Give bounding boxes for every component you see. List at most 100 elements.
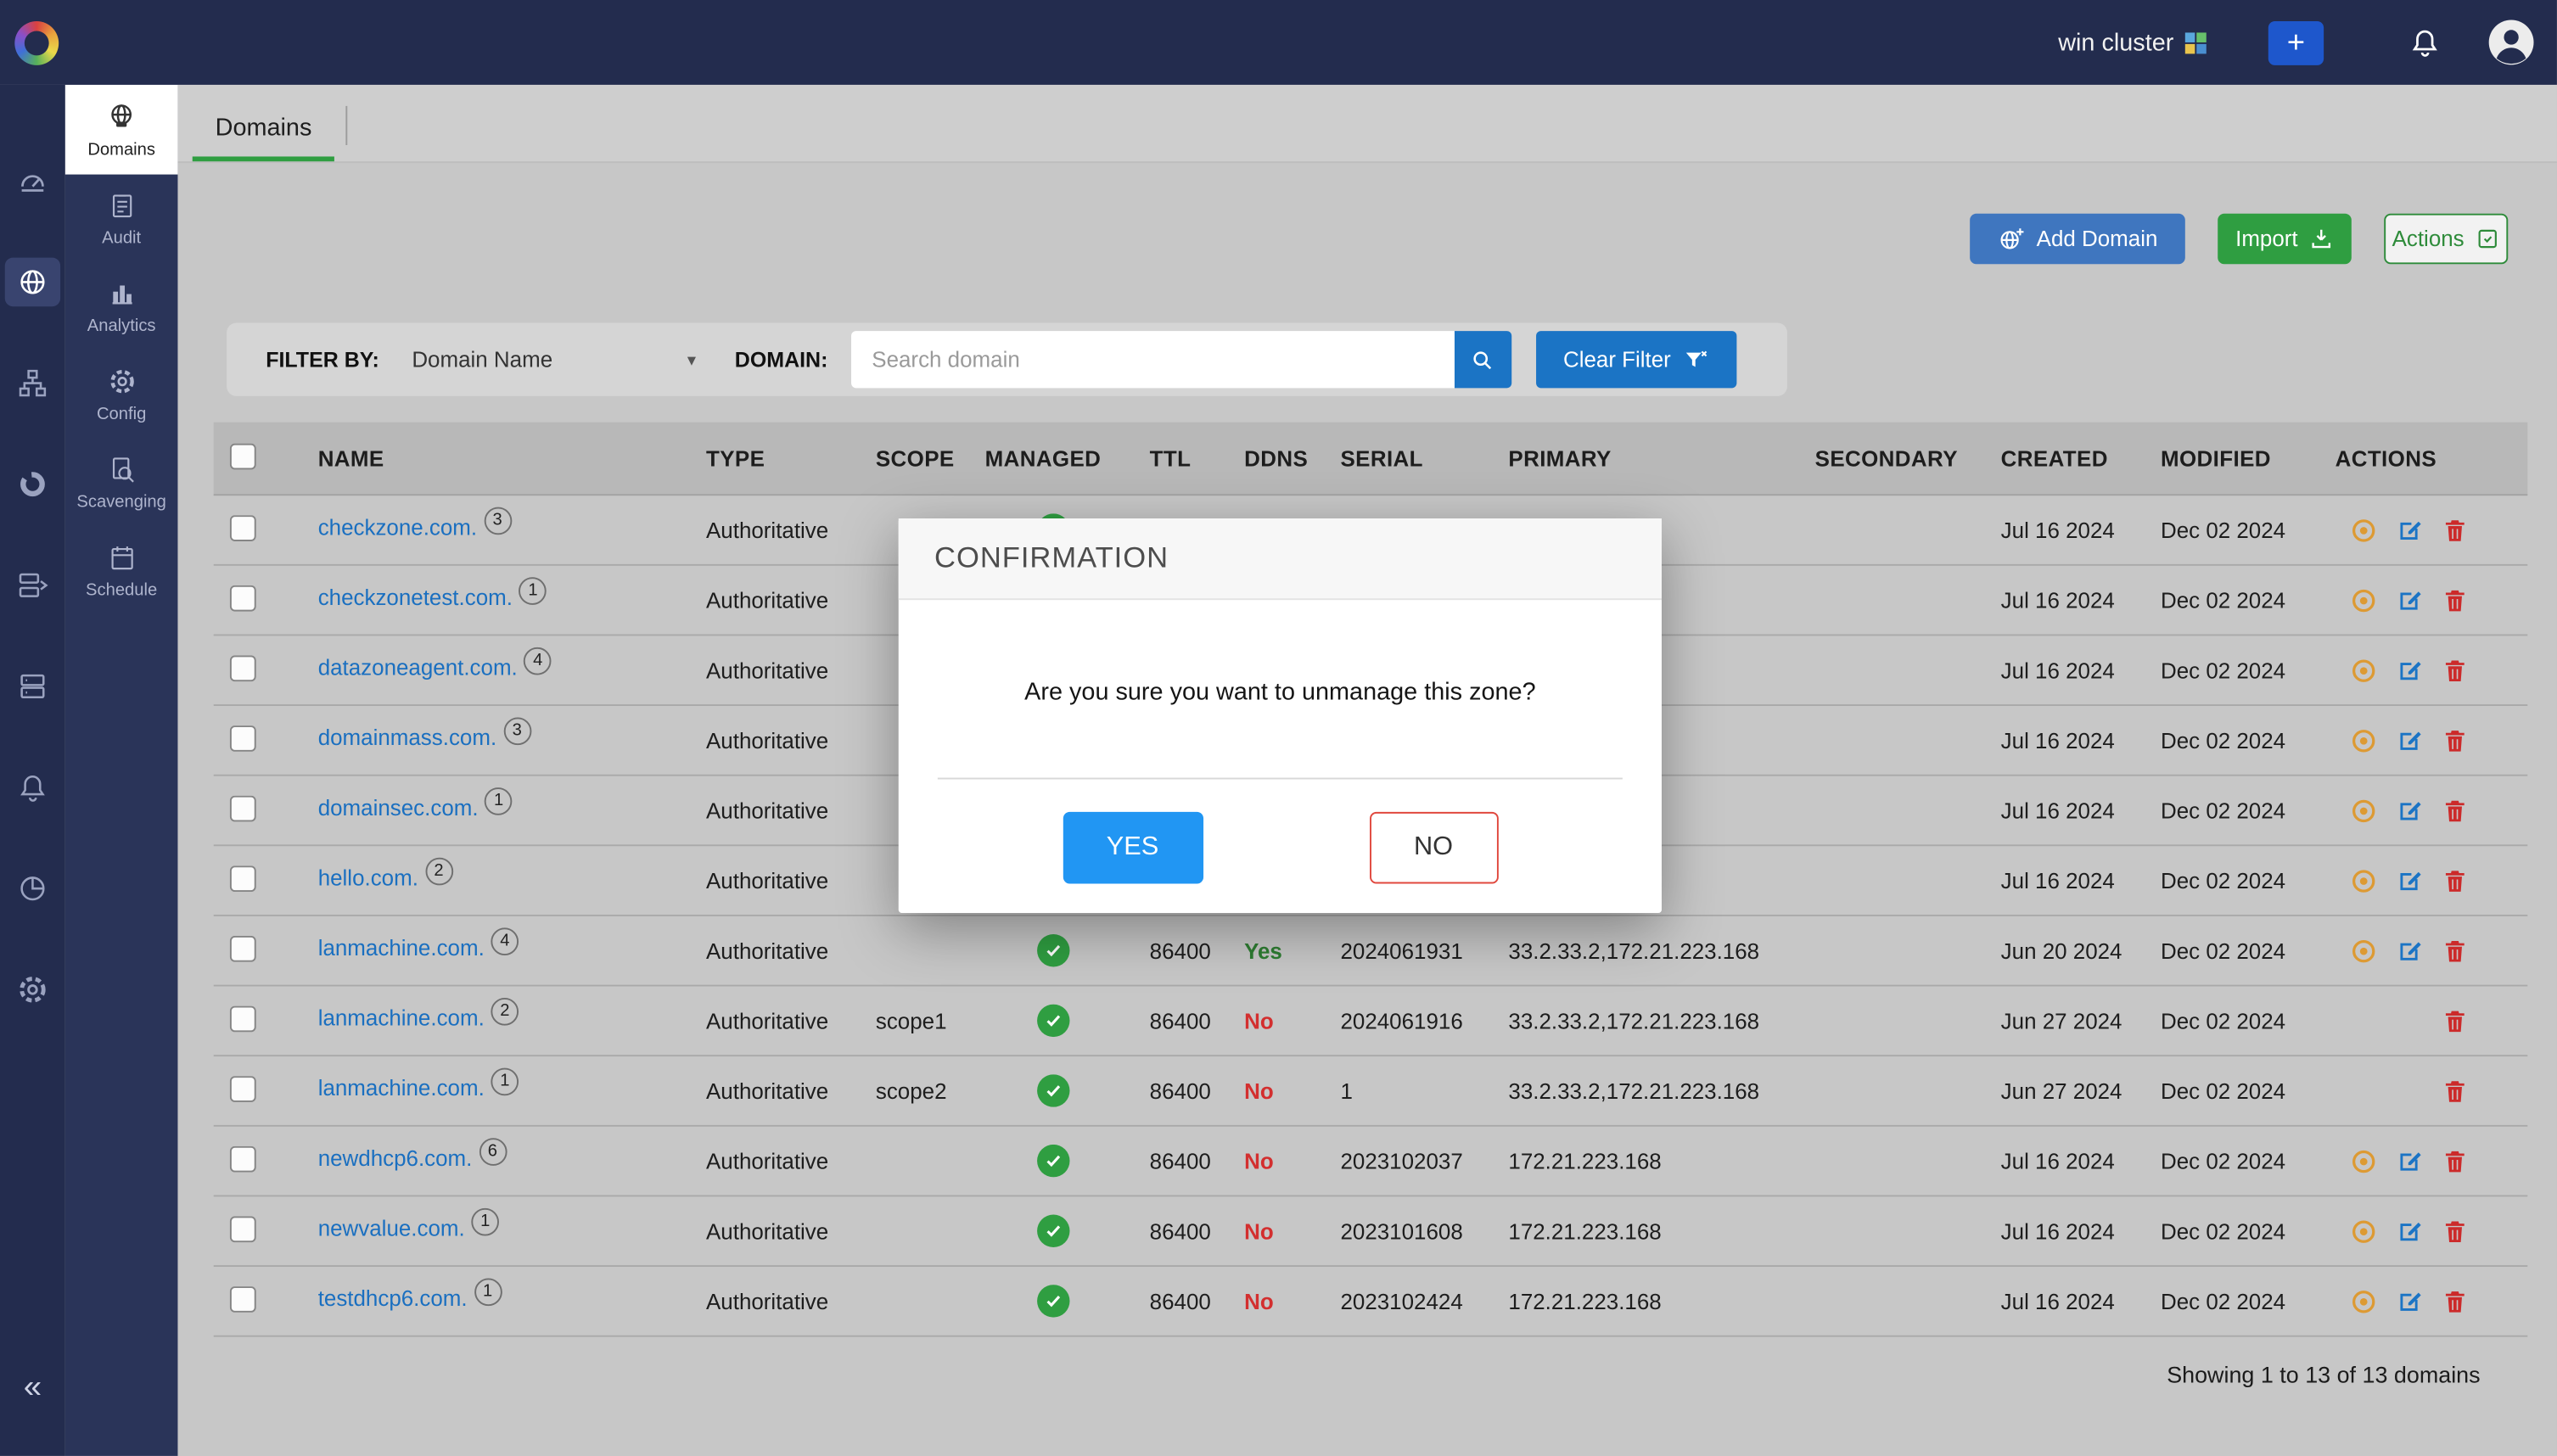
delete-icon-button[interactable] bbox=[2440, 1145, 2471, 1177]
dns-icon[interactable] bbox=[5, 258, 60, 307]
admin-gear-icon[interactable] bbox=[5, 966, 60, 1015]
sidebar-item-analytics[interactable]: Analytics bbox=[65, 262, 178, 350]
row-checkbox[interactable] bbox=[230, 865, 256, 891]
actions-menu-button[interactable]: Actions bbox=[2384, 214, 2508, 265]
domain-link[interactable]: domainsec.com. bbox=[318, 796, 479, 820]
no-button[interactable]: NO bbox=[1369, 812, 1498, 884]
unmanage-icon-button[interactable] bbox=[2348, 514, 2380, 546]
delete-icon-button[interactable] bbox=[2440, 1215, 2471, 1246]
delete-icon-button[interactable] bbox=[2440, 514, 2471, 546]
app-logo-icon[interactable] bbox=[14, 20, 59, 64]
row-checkbox[interactable] bbox=[230, 654, 256, 680]
unmanage-icon-button[interactable] bbox=[2348, 865, 2380, 896]
edit-icon-button[interactable] bbox=[2394, 725, 2425, 756]
col-scope[interactable]: SCOPE bbox=[876, 446, 985, 471]
delete-icon-button[interactable] bbox=[2440, 1285, 2471, 1317]
domain-link[interactable]: checkzonetest.com. bbox=[318, 585, 513, 610]
filter-by-select[interactable]: Domain Name ▼ bbox=[412, 347, 698, 372]
add-new-button[interactable]: + bbox=[2268, 20, 2324, 64]
col-created[interactable]: CREATED bbox=[2001, 446, 2161, 471]
unmanage-icon-button[interactable] bbox=[2348, 654, 2380, 686]
unmanage-icon-button[interactable] bbox=[2348, 1145, 2380, 1177]
import-button[interactable]: Import bbox=[2218, 214, 2352, 265]
domain-link[interactable]: lanmachine.com. bbox=[318, 936, 485, 960]
type-cell: Authoritative bbox=[706, 588, 876, 613]
col-secondary[interactable]: SECONDARY bbox=[1815, 446, 2001, 471]
edit-icon-button[interactable] bbox=[2394, 514, 2425, 546]
topbar: win cluster + bbox=[0, 0, 2557, 85]
col-managed[interactable]: MANAGED bbox=[985, 446, 1150, 471]
row-checkbox[interactable] bbox=[230, 514, 256, 540]
col-name[interactable]: NAME bbox=[318, 446, 706, 471]
col-type[interactable]: TYPE bbox=[706, 446, 876, 471]
delete-icon-button[interactable] bbox=[2440, 795, 2471, 826]
domain-link[interactable]: lanmachine.com. bbox=[318, 1076, 485, 1100]
domain-link[interactable]: newvalue.com. bbox=[318, 1216, 465, 1240]
domain-link[interactable]: newdhcp6.com. bbox=[318, 1146, 473, 1171]
search-domain-input[interactable] bbox=[850, 331, 1454, 388]
row-checkbox[interactable] bbox=[230, 1075, 256, 1101]
tab-domains[interactable]: Domains bbox=[204, 115, 323, 162]
sidebar-item-config[interactable]: Config bbox=[65, 350, 178, 439]
ipam-network-icon[interactable] bbox=[5, 359, 60, 408]
domain-link[interactable]: checkzone.com. bbox=[318, 515, 477, 540]
delete-icon-button[interactable] bbox=[2440, 865, 2471, 896]
domain-link[interactable]: domainmass.com. bbox=[318, 725, 496, 750]
domain-link[interactable]: hello.com. bbox=[318, 865, 418, 890]
row-checkbox[interactable] bbox=[230, 725, 256, 751]
row-checkbox[interactable] bbox=[230, 1285, 256, 1312]
search-button[interactable] bbox=[1454, 331, 1511, 388]
domain-link[interactable]: datazoneagent.com. bbox=[318, 655, 518, 680]
col-ttl[interactable]: TTL bbox=[1150, 446, 1244, 471]
unmanage-icon-button[interactable] bbox=[2348, 1285, 2380, 1317]
sidebar-item-audit[interactable]: Audit bbox=[65, 175, 178, 263]
reports-doughnut-icon[interactable] bbox=[5, 460, 60, 509]
row-checkbox[interactable] bbox=[230, 795, 256, 821]
select-all-checkbox[interactable] bbox=[230, 443, 256, 469]
clear-filter-button[interactable]: Clear Filter bbox=[1535, 331, 1736, 388]
edit-icon-button[interactable] bbox=[2394, 1285, 2425, 1317]
add-domain-button[interactable]: Add Domain bbox=[1970, 214, 2185, 265]
notifications-bell-icon[interactable] bbox=[2408, 26, 2441, 59]
col-modified[interactable]: MODIFIED bbox=[2161, 446, 2336, 471]
dashboard-icon[interactable] bbox=[5, 156, 60, 205]
row-checkbox[interactable] bbox=[230, 585, 256, 611]
unmanage-icon-button[interactable] bbox=[2348, 935, 2380, 966]
sidebar-item-schedule[interactable]: Schedule bbox=[65, 527, 178, 615]
domain-link[interactable]: lanmachine.com. bbox=[318, 1006, 485, 1031]
row-checkbox[interactable] bbox=[230, 935, 256, 961]
edit-icon-button[interactable] bbox=[2394, 1215, 2425, 1246]
delete-icon-button[interactable] bbox=[2440, 654, 2471, 686]
unmanage-icon-button[interactable] bbox=[2348, 725, 2380, 756]
col-serial[interactable]: SERIAL bbox=[1340, 446, 1508, 471]
unmanage-icon-button[interactable] bbox=[2348, 795, 2380, 826]
delete-icon-button[interactable] bbox=[2440, 585, 2471, 616]
row-checkbox[interactable] bbox=[230, 1145, 256, 1172]
edit-icon-button[interactable] bbox=[2394, 1145, 2425, 1177]
row-checkbox[interactable] bbox=[230, 1215, 256, 1241]
collapse-sidebar-icon[interactable]: « bbox=[24, 1369, 42, 1407]
alerts-bell-icon[interactable] bbox=[5, 763, 60, 812]
col-primary[interactable]: PRIMARY bbox=[1508, 446, 1814, 471]
edit-icon-button[interactable] bbox=[2394, 585, 2425, 616]
sidebar-item-domains[interactable]: Domains bbox=[65, 85, 178, 175]
server-export-icon[interactable] bbox=[5, 561, 60, 610]
edit-icon-button[interactable] bbox=[2394, 935, 2425, 966]
unmanage-icon-button[interactable] bbox=[2348, 1215, 2380, 1246]
col-ddns[interactable]: DDNS bbox=[1244, 446, 1340, 471]
stats-pie-icon[interactable] bbox=[5, 864, 60, 913]
domain-link[interactable]: testdhcp6.com. bbox=[318, 1286, 468, 1311]
delete-icon-button[interactable] bbox=[2440, 1075, 2471, 1106]
delete-icon-button[interactable] bbox=[2440, 1005, 2471, 1037]
edit-icon-button[interactable] bbox=[2394, 865, 2425, 896]
sidebar-item-scavenging[interactable]: Scavenging bbox=[65, 439, 178, 527]
edit-icon-button[interactable] bbox=[2394, 795, 2425, 826]
edit-icon-button[interactable] bbox=[2394, 654, 2425, 686]
user-avatar[interactable] bbox=[2487, 18, 2536, 67]
row-checkbox[interactable] bbox=[230, 1005, 256, 1032]
yes-button[interactable]: YES bbox=[1063, 812, 1203, 884]
delete-icon-button[interactable] bbox=[2440, 935, 2471, 966]
delete-icon-button[interactable] bbox=[2440, 725, 2471, 756]
servers-icon[interactable] bbox=[5, 662, 60, 711]
unmanage-icon-button[interactable] bbox=[2348, 585, 2380, 616]
